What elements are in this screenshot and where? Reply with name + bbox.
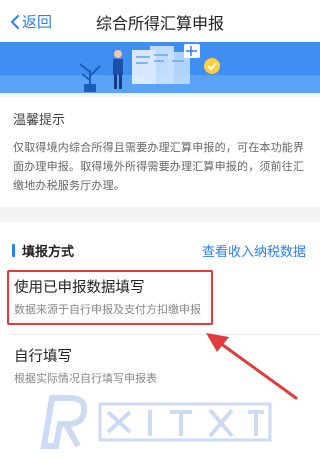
nav-bar: 返回 综合所得汇算申报 (0, 0, 320, 42)
section-header: 填报方式 查看收入纳税数据 (0, 240, 320, 262)
option-title: 自行填写 (14, 349, 72, 365)
filing-methods-card: 填报方式 查看收入纳税数据 使用已申报数据填写 数据来源于自行申报及支付方扣缴申… (0, 222, 320, 459)
view-tax-data-link[interactable]: 查看收入纳税数据 (202, 241, 306, 260)
tips-card: 温馨提示 仅取得境内综合所得且需要办理汇算申报的，可在本功能界面办理申报。取得境… (0, 97, 320, 207)
divider (12, 334, 320, 335)
option-self-fill[interactable]: 自行填写 根据实际情况自行填写申报表 (0, 339, 320, 387)
section-title: 填报方式 (22, 245, 75, 260)
tips-body: 仅取得境内综合所得且需要办理汇算申报的，可在本功能界面办理申报。取得境外所得需要… (13, 141, 305, 192)
option-subtitle: 根据实际情况自行填写申报表 (14, 372, 157, 385)
section-accent-bar (12, 244, 15, 257)
banner-illustration (0, 42, 320, 93)
tax-tag-icon (184, 44, 200, 58)
page-title: 综合所得汇算申报 (95, 14, 224, 33)
tips-title: 温馨提示 (13, 113, 66, 128)
highlight-box (7, 270, 213, 325)
check-badge-icon (204, 58, 220, 74)
